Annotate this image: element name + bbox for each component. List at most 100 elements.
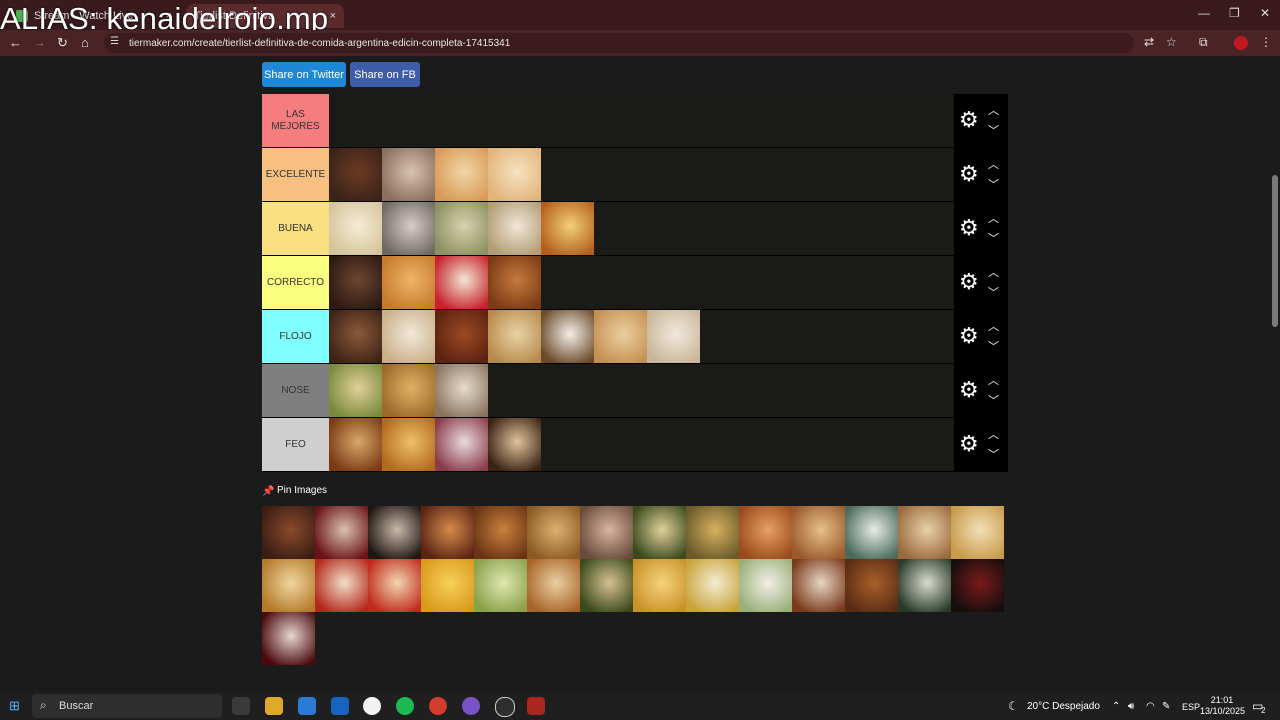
pin-image-choripan[interactable] xyxy=(792,559,845,612)
gear-icon[interactable]: ⚙ xyxy=(959,379,979,401)
tier-items-dropzone[interactable] xyxy=(329,310,954,363)
food-tile-sandwich-miga[interactable] xyxy=(329,202,382,255)
food-tile-mazamorra[interactable] xyxy=(435,364,488,417)
forward-icon[interactable]: → xyxy=(33,35,46,50)
pin-image-empanada[interactable] xyxy=(951,506,1004,559)
tray-chevron-icon[interactable]: ⌃ xyxy=(1112,701,1120,712)
app-sc-icon[interactable] xyxy=(363,697,381,715)
tier-label[interactable]: LAS MEJORES xyxy=(262,94,329,147)
gear-icon[interactable]: ⚙ xyxy=(959,433,979,455)
pin-image-locro[interactable] xyxy=(686,506,739,559)
home-icon[interactable]: ⌂ xyxy=(81,35,89,50)
food-tile-postre-chocotorta[interactable] xyxy=(488,418,541,471)
tier-label[interactable]: FLOJO xyxy=(262,310,329,363)
food-tile-albondigas[interactable] xyxy=(435,310,488,363)
food-tile-sanguche[interactable] xyxy=(382,310,435,363)
tier-label[interactable]: NOSE xyxy=(262,364,329,417)
tier-label[interactable]: BUENA xyxy=(262,202,329,255)
tier-label[interactable]: FEO xyxy=(262,418,329,471)
weather-icon[interactable]: ☾ xyxy=(1008,699,1019,713)
food-tile-panqueques[interactable] xyxy=(488,310,541,363)
move-up-icon[interactable]: ︿ xyxy=(988,264,999,280)
pin-image-chop-suey[interactable] xyxy=(580,559,633,612)
pin-image-asado[interactable] xyxy=(262,506,315,559)
back-icon[interactable]: ← xyxy=(9,35,22,50)
food-tile-churros[interactable] xyxy=(488,256,541,309)
language-indicator[interactable]: ESP xyxy=(1182,702,1200,712)
file-explorer-icon[interactable] xyxy=(265,697,283,715)
tier-items-dropzone[interactable] xyxy=(329,364,954,417)
tier-items-dropzone[interactable] xyxy=(329,148,954,201)
scrollbar-thumb[interactable] xyxy=(1272,175,1278,327)
volume-icon[interactable]: 🔊︎ xyxy=(1128,701,1134,712)
food-tile-mantecol[interactable] xyxy=(435,256,488,309)
food-tile-bombon[interactable] xyxy=(329,310,382,363)
profile-avatar[interactable] xyxy=(1234,36,1248,50)
food-tile-arroz-con-leche[interactable] xyxy=(647,310,700,363)
share-fb-button[interactable]: Share on FB xyxy=(350,62,420,87)
move-up-icon[interactable]: ︿ xyxy=(988,156,999,172)
tier-label[interactable]: EXCELENTE xyxy=(262,148,329,201)
store-icon[interactable] xyxy=(298,697,316,715)
move-up-icon[interactable]: ︿ xyxy=(988,372,999,388)
pin-image-ravioles[interactable] xyxy=(262,559,315,612)
pin-image-morcilla[interactable] xyxy=(368,506,421,559)
bookmark-star-icon[interactable]: ☆ xyxy=(1166,35,1177,49)
food-tile-tarta-verdura[interactable] xyxy=(329,364,382,417)
task-view-icon[interactable] xyxy=(232,697,250,715)
pin-image-vino-tinto[interactable] xyxy=(262,612,315,665)
tab-close-icon[interactable]: × xyxy=(330,10,336,22)
pin-image-picada[interactable] xyxy=(580,506,633,559)
gear-icon[interactable]: ⚙ xyxy=(959,217,979,239)
tier-items-dropzone[interactable] xyxy=(329,94,954,147)
move-up-icon[interactable]: ︿ xyxy=(988,210,999,226)
pin-image-papas-fritas[interactable] xyxy=(633,559,686,612)
tier-items-dropzone[interactable] xyxy=(329,418,954,471)
food-tile-flan[interactable] xyxy=(541,202,594,255)
food-tile-chipa[interactable] xyxy=(488,148,541,201)
outlook-icon[interactable] xyxy=(331,697,349,715)
pin-image-matambre[interactable] xyxy=(315,506,368,559)
move-up-icon[interactable]: ︿ xyxy=(988,426,999,442)
restore-icon[interactable]: ❐ xyxy=(1229,6,1240,20)
food-tile-medialunas[interactable] xyxy=(382,256,435,309)
pin-image-pollo[interactable] xyxy=(474,506,527,559)
food-tile-torta-merengue[interactable] xyxy=(541,310,594,363)
food-tile-vitel-tone[interactable] xyxy=(382,202,435,255)
gear-icon[interactable]: ⚙ xyxy=(959,271,979,293)
pin-image-provoleta[interactable] xyxy=(421,506,474,559)
food-tile-alfajores[interactable] xyxy=(488,202,541,255)
share-twitter-button[interactable]: Share on Twitter xyxy=(262,62,346,87)
url-text[interactable]: tiermaker.com/create/tierlist-definitiva… xyxy=(129,38,510,49)
discord-icon[interactable] xyxy=(462,697,480,715)
pin-image-dulce-de-leche[interactable] xyxy=(845,559,898,612)
move-down-icon[interactable]: ﹀ xyxy=(988,338,999,354)
pin-image-pizza[interactable] xyxy=(792,506,845,559)
pin-image-fugazzeta[interactable] xyxy=(845,506,898,559)
food-tile-pastafrola[interactable] xyxy=(329,418,382,471)
gear-icon[interactable]: ⚙ xyxy=(959,109,979,131)
minimize-icon[interactable]: — xyxy=(1198,6,1210,20)
app-icon[interactable] xyxy=(527,697,545,715)
food-tile-humita[interactable] xyxy=(435,202,488,255)
food-tile-sorrentinos[interactable] xyxy=(382,364,435,417)
food-tile-brownie[interactable] xyxy=(329,148,382,201)
pin-image-huevos-rellenos[interactable] xyxy=(686,559,739,612)
food-tile-chocolate-bar[interactable] xyxy=(329,256,382,309)
move-down-icon[interactable]: ﹀ xyxy=(988,230,999,246)
windows-start-icon[interactable]: ⊞ xyxy=(9,698,20,714)
tier-label[interactable]: CORRECTO xyxy=(262,256,329,309)
taskbar-clock[interactable]: 21:01 13/10/2025 xyxy=(1200,695,1245,717)
pin-image-noquis[interactable] xyxy=(368,559,421,612)
food-tile-facturas[interactable] xyxy=(435,148,488,201)
gear-icon[interactable]: ⚙ xyxy=(959,325,979,347)
pin-image-humita-chala[interactable] xyxy=(474,559,527,612)
food-tile-tortas-fritas[interactable] xyxy=(594,310,647,363)
pin-image-milanesa[interactable] xyxy=(527,506,580,559)
scrollbar-track[interactable] xyxy=(1270,56,1280,688)
chrome-icon[interactable] xyxy=(429,697,447,715)
translate-icon[interactable]: ⇄ xyxy=(1144,35,1154,49)
taskbar-search-label[interactable]: Buscar xyxy=(59,700,93,712)
food-tile-matambre-bowl[interactable] xyxy=(382,148,435,201)
move-down-icon[interactable]: ﹀ xyxy=(988,392,999,408)
